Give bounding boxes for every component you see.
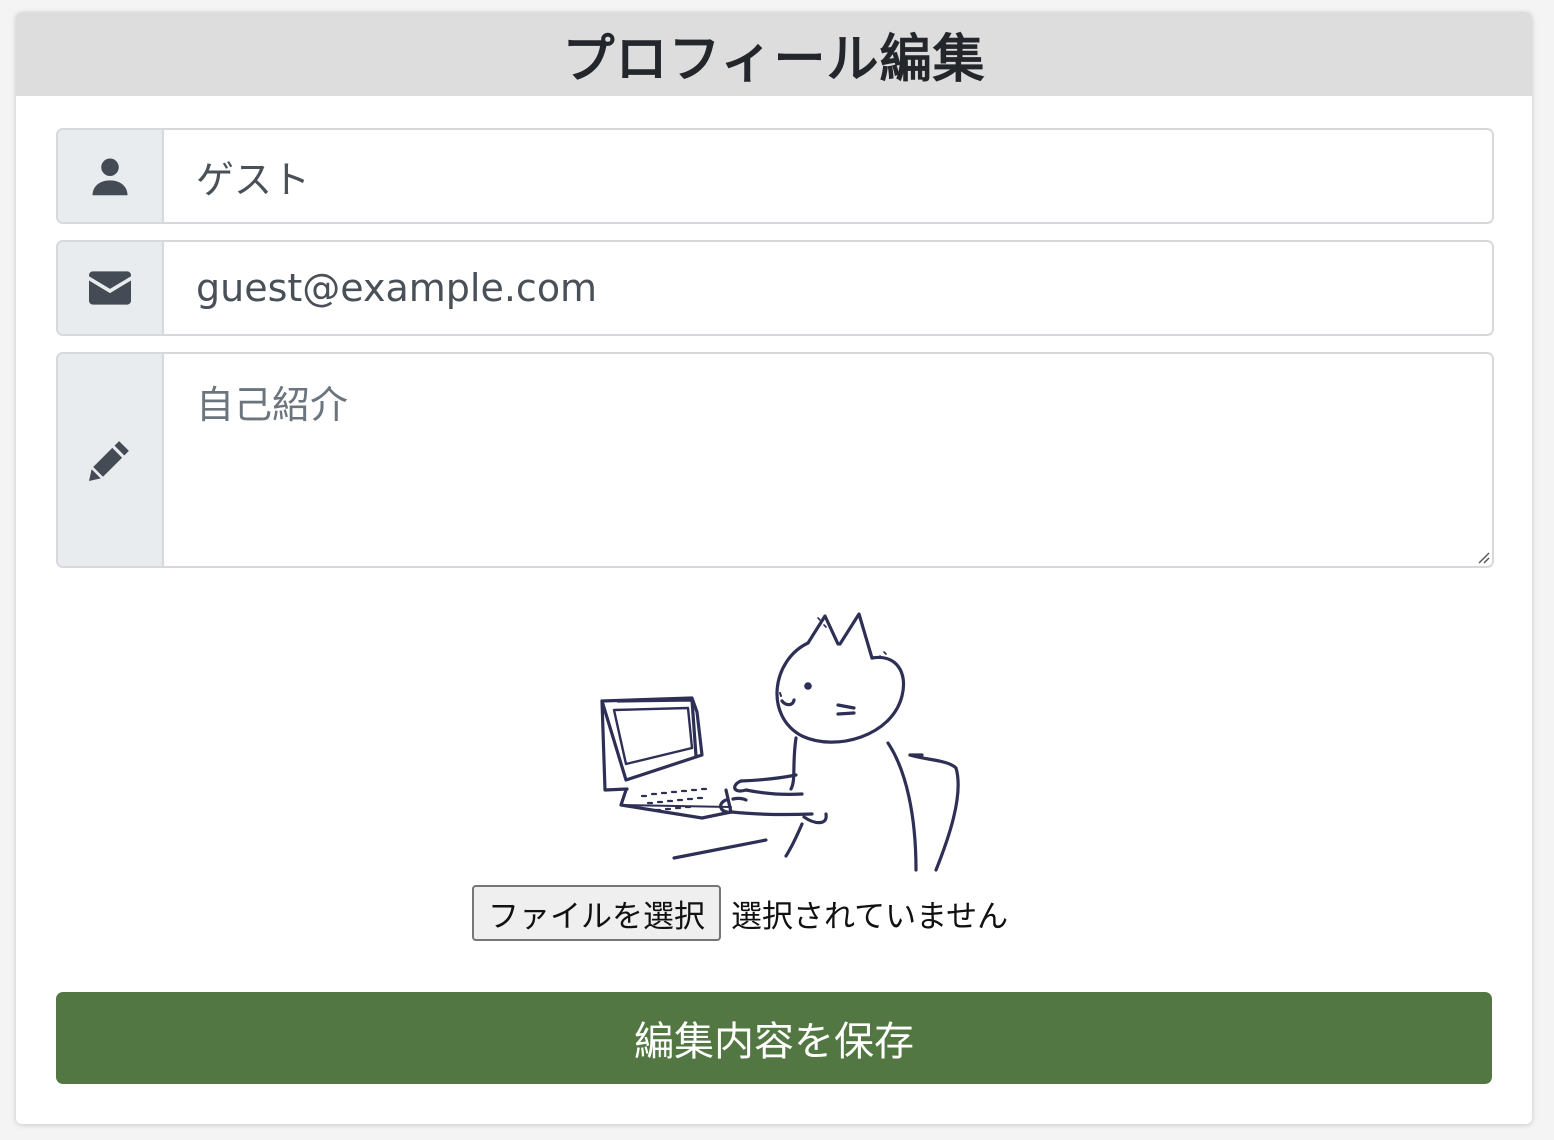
file-status-text: 選択されていません (731, 898, 1009, 935)
card-header: プロフィール編集 (16, 12, 1532, 96)
envelope-icon (89, 271, 131, 305)
email-addon (58, 242, 164, 334)
bio-textarea[interactable] (164, 354, 1492, 566)
name-addon (58, 130, 164, 222)
name-field-group (56, 128, 1494, 224)
user-icon (89, 155, 131, 197)
resize-handle-icon[interactable] (1476, 550, 1490, 564)
email-field-group (56, 240, 1494, 336)
email-input[interactable] (164, 242, 1492, 334)
choose-file-button[interactable]: ファイルを選択 (472, 885, 721, 941)
pencil-icon (89, 439, 131, 481)
bio-addon (58, 354, 164, 566)
page-title: プロフィール編集 (562, 29, 986, 90)
bio-field-group (56, 352, 1494, 568)
file-chooser: ファイルを選択 選択されていません (472, 884, 1008, 942)
save-button[interactable]: 編集内容を保存 (56, 992, 1492, 1084)
name-input[interactable] (164, 130, 1492, 222)
profile-edit-card: プロフィール編集 ゲスト guest@example.com 自己紹介 ファイル… (16, 12, 1532, 1124)
cat-laptop-illustration (600, 612, 960, 872)
